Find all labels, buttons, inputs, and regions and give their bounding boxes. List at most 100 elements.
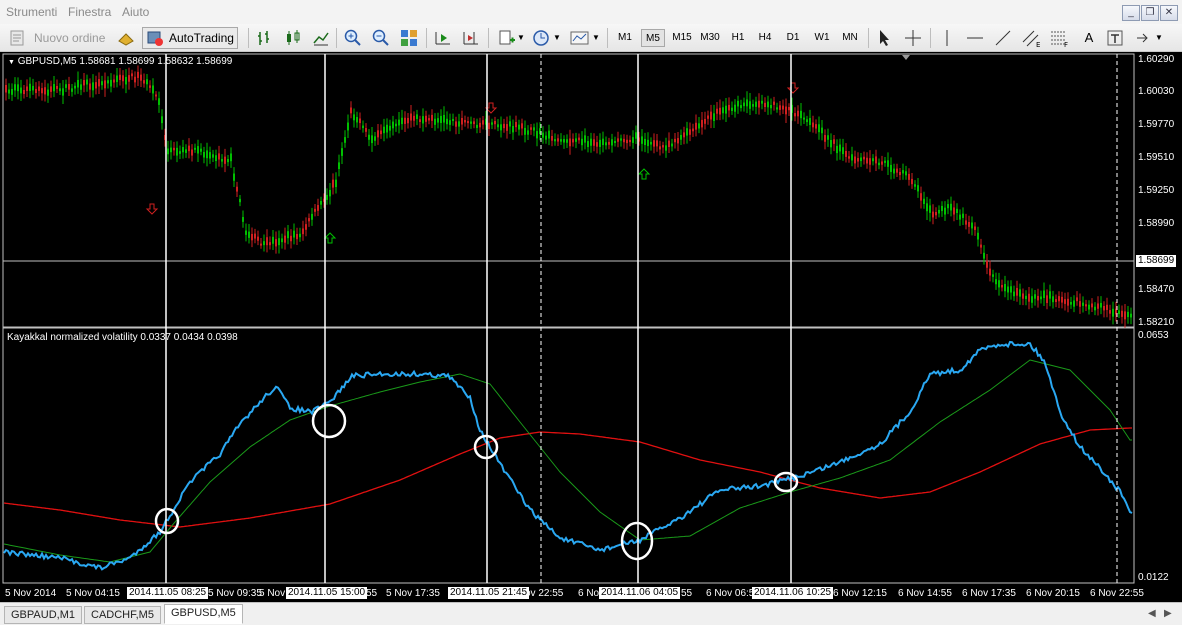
gold-icon[interactable] xyxy=(116,28,136,48)
text-label-icon[interactable] xyxy=(1105,28,1125,48)
candle-body xyxy=(740,105,742,109)
candle-body xyxy=(185,149,187,153)
chart-canvas[interactable] xyxy=(0,52,1182,602)
candle-body xyxy=(548,130,550,139)
minimize-button[interactable]: _ xyxy=(1122,5,1140,21)
cursor-icon[interactable] xyxy=(875,28,895,48)
arrows-icon[interactable] xyxy=(1133,28,1153,48)
candle-body xyxy=(335,179,337,188)
zoom-out-icon[interactable] xyxy=(371,28,391,48)
tab-gbpaud-m1[interactable]: GBPAUD,M1 xyxy=(4,606,82,624)
candle-body xyxy=(44,87,46,95)
vertical-line-icon[interactable] xyxy=(937,28,957,48)
new-order-button[interactable]: Nuovo ordine xyxy=(8,27,108,49)
candle-body xyxy=(314,208,316,212)
candlestick-icon[interactable] xyxy=(283,28,303,48)
text-tool-icon[interactable]: A xyxy=(1079,28,1099,48)
candle-body xyxy=(596,142,598,147)
candle-body xyxy=(500,124,502,131)
candle-body xyxy=(779,105,781,110)
candle-body xyxy=(338,162,340,170)
candle-body xyxy=(521,123,523,129)
templates-icon[interactable] xyxy=(569,28,589,48)
tf-h4[interactable]: H4 xyxy=(754,29,776,47)
candle-body xyxy=(680,134,682,140)
line-chart-icon[interactable] xyxy=(311,28,331,48)
chart-shift-icon[interactable] xyxy=(461,28,481,48)
candle-body xyxy=(1019,289,1021,297)
bar-chart-icon[interactable] xyxy=(255,28,275,48)
toolbar-separator xyxy=(868,28,869,48)
trendline-icon[interactable] xyxy=(993,28,1013,48)
candle-body xyxy=(977,232,979,240)
candle-body xyxy=(893,168,895,174)
tf-d1[interactable]: D1 xyxy=(782,29,804,47)
horizontal-line-icon[interactable] xyxy=(965,28,985,48)
candle-body xyxy=(854,156,856,164)
candle-body xyxy=(992,274,994,277)
auto-scroll-icon[interactable] xyxy=(433,28,453,48)
candle-body xyxy=(104,80,106,89)
candle-body xyxy=(818,124,820,133)
tf-w1[interactable]: W1 xyxy=(810,29,834,47)
tabs-scroll-right-icon[interactable]: ▶ xyxy=(1164,608,1172,619)
candle-body xyxy=(170,147,172,153)
time-label: 6 No xyxy=(578,588,600,599)
candle-body xyxy=(272,236,274,244)
candle-body xyxy=(578,137,580,141)
toolbar: Nuovo ordine AutoTrading ▼ ▼ ▼ M1 M5 M15… xyxy=(0,24,1182,52)
close-button[interactable]: ✕ xyxy=(1160,5,1178,21)
crosshair-icon[interactable] xyxy=(903,28,923,48)
tab-gbpusd-m5[interactable]: GBPUSD,M5 xyxy=(164,604,243,624)
tf-m5[interactable]: M5 xyxy=(641,29,665,47)
restore-button[interactable]: ❐ xyxy=(1141,5,1159,21)
vline-time-tag: 2014.11.06 04:05 xyxy=(599,587,681,599)
candle-body xyxy=(1031,296,1033,303)
tf-m1[interactable]: M1 xyxy=(614,29,636,47)
candle-body xyxy=(497,124,499,128)
indicators-icon[interactable] xyxy=(497,28,517,48)
candle-body xyxy=(488,122,490,130)
candle-body xyxy=(884,160,886,163)
indicators-dropdown-icon[interactable]: ▼ xyxy=(517,28,525,48)
candle-body xyxy=(50,86,52,92)
candle-body xyxy=(89,83,91,90)
candle-body xyxy=(398,119,400,126)
menu-aiuto[interactable]: Aiuto xyxy=(122,5,149,19)
templates-dropdown-icon[interactable]: ▼ xyxy=(592,28,600,48)
periods-dropdown-icon[interactable]: ▼ xyxy=(553,28,561,48)
fibonacci-icon[interactable]: F xyxy=(1049,28,1069,49)
periods-clock-icon[interactable] xyxy=(531,28,551,48)
tf-mn[interactable]: MN xyxy=(838,29,862,47)
candle-body xyxy=(206,150,208,159)
candle-body xyxy=(575,138,577,142)
tf-m15[interactable]: M15 xyxy=(669,29,695,47)
tabs-scroll-left-icon[interactable]: ◀ xyxy=(1148,608,1156,619)
candle-body xyxy=(947,204,949,209)
candle-body xyxy=(800,110,802,119)
chart-tabs: GBPAUD,M1 CADCHF,M5 GBPUSD,M5 ◀ ▶ xyxy=(0,602,1182,625)
candle-body xyxy=(461,118,463,125)
menu-strumenti[interactable]: Strumenti xyxy=(6,5,57,19)
tf-m30[interactable]: M30 xyxy=(697,29,723,47)
candle-body xyxy=(737,100,739,107)
tab-cadchf-m5[interactable]: CADCHF,M5 xyxy=(84,606,161,624)
candle-body xyxy=(833,139,835,144)
symbol-dropdown-icon[interactable]: ▼ xyxy=(8,59,15,66)
candle-body xyxy=(944,207,946,215)
candle-body xyxy=(686,128,688,136)
menu-finestra[interactable]: Finestra xyxy=(68,5,111,19)
zoom-in-icon[interactable] xyxy=(343,28,363,48)
candle-body xyxy=(383,126,385,134)
arrows-dropdown-icon[interactable]: ▼ xyxy=(1155,28,1165,48)
candle-body xyxy=(425,115,427,122)
tile-windows-icon[interactable] xyxy=(399,28,419,48)
candle-body xyxy=(293,230,295,238)
equidistant-channel-icon[interactable]: E xyxy=(1021,28,1041,49)
candle-body xyxy=(389,125,391,131)
tf-h1[interactable]: H1 xyxy=(727,29,749,47)
candle-body xyxy=(1100,302,1102,308)
current-price-tag: 1.58699 xyxy=(1136,255,1176,267)
chart-window[interactable]: ▼ GBPUSD,M5 1.58681 1.58699 1.58632 1.58… xyxy=(0,52,1182,602)
autotrading-button[interactable]: AutoTrading xyxy=(142,27,238,49)
